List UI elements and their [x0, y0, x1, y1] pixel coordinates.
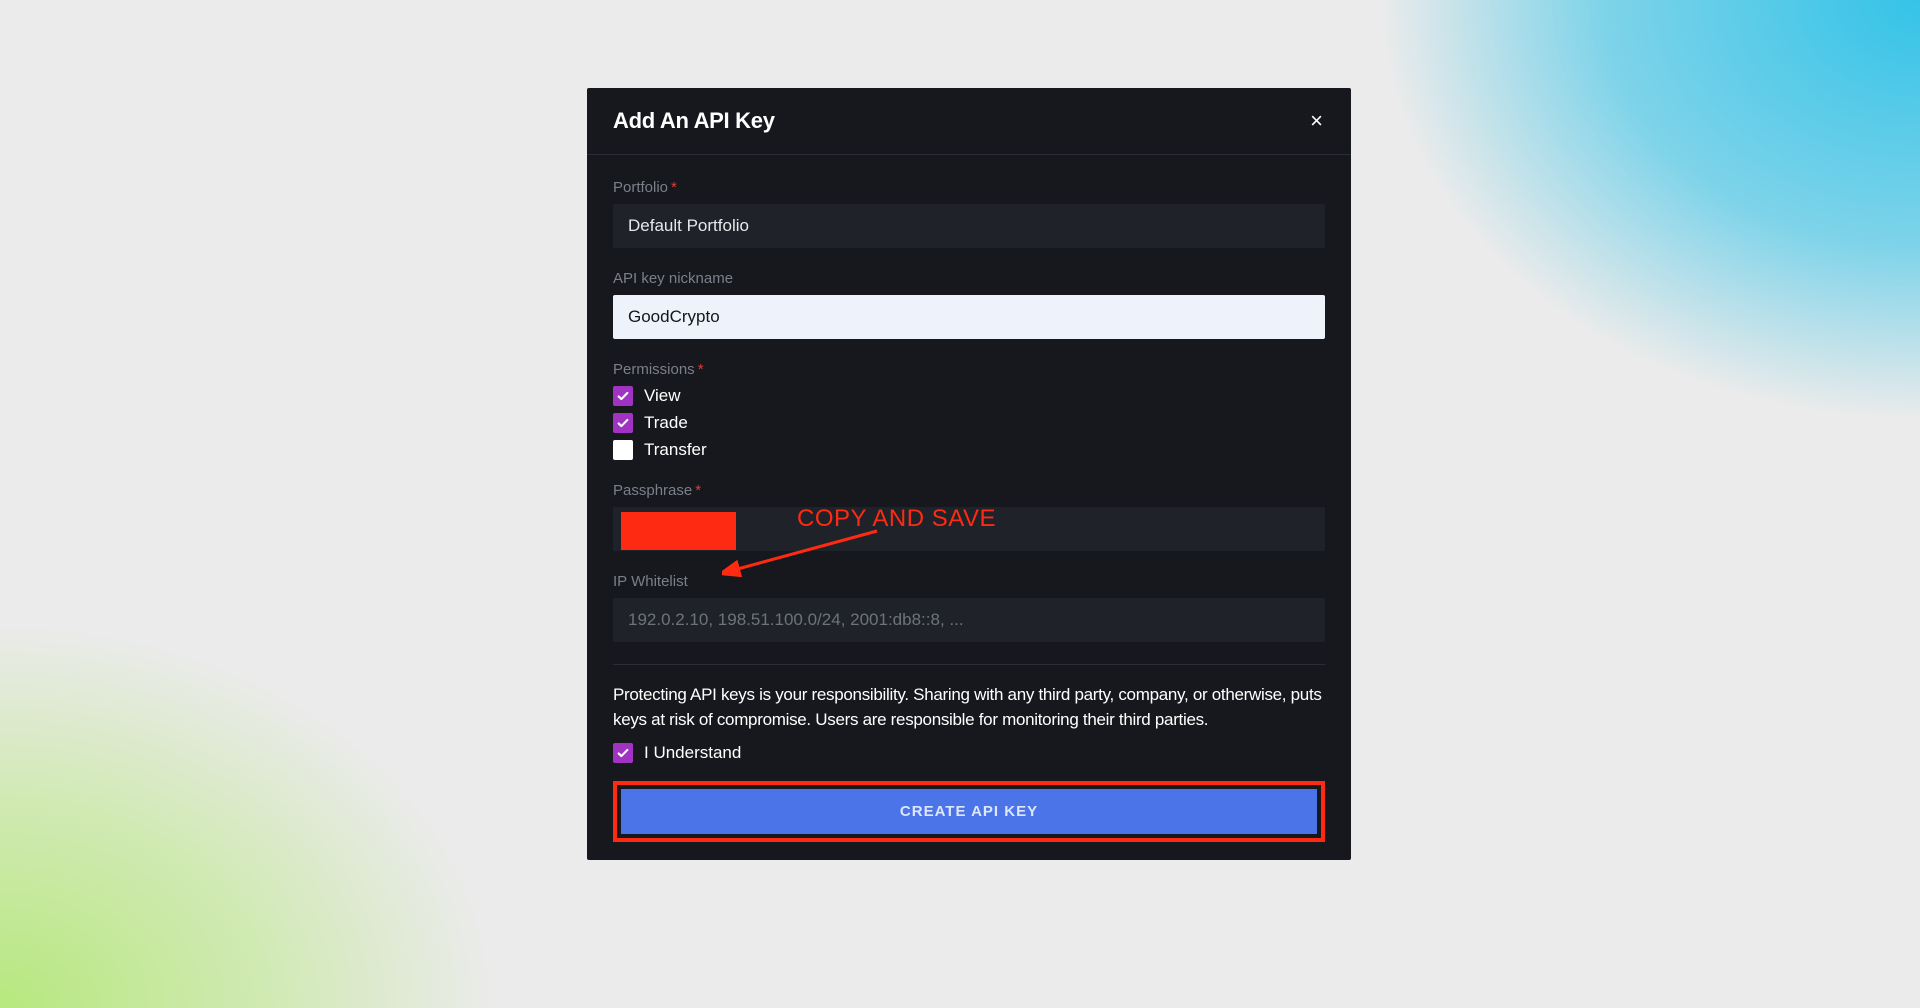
modal-title: Add An API Key — [613, 108, 775, 134]
permissions-label: Permissions* — [613, 361, 1325, 378]
understand-checkbox[interactable] — [613, 743, 633, 763]
view-checkbox[interactable] — [613, 386, 633, 406]
permissions-list: View Trade Transfer — [613, 386, 1325, 460]
passphrase-label-text: Passphrase — [613, 482, 692, 499]
view-label: View — [644, 386, 681, 406]
passphrase-label: Passphrase* — [613, 482, 1325, 499]
portfolio-select[interactable]: Default Portfolio — [613, 204, 1325, 248]
portfolio-field: Portfolio* Default Portfolio — [613, 179, 1325, 248]
modal-body: Portfolio* Default Portfolio API key nic… — [587, 155, 1351, 860]
nickname-input[interactable] — [613, 295, 1325, 339]
nickname-field: API key nickname — [613, 270, 1325, 339]
passphrase-field: Passphrase* — [613, 482, 1325, 551]
passphrase-input[interactable] — [613, 507, 1325, 551]
disclaimer-text: Protecting API keys is your responsibili… — [613, 683, 1325, 732]
permissions-label-text: Permissions — [613, 361, 695, 378]
submit-highlight: CREATE API KEY — [613, 781, 1325, 842]
permission-trade-row: Trade — [613, 413, 1325, 433]
required-marker: * — [695, 482, 701, 499]
required-marker: * — [671, 179, 677, 196]
check-icon — [616, 746, 630, 760]
passphrase-input-wrap — [613, 507, 1325, 551]
transfer-checkbox[interactable] — [613, 440, 633, 460]
portfolio-label-text: Portfolio — [613, 179, 668, 196]
close-icon[interactable]: × — [1308, 106, 1325, 136]
nickname-label: API key nickname — [613, 270, 1325, 287]
permission-view-row: View — [613, 386, 1325, 406]
trade-label: Trade — [644, 413, 688, 433]
permission-transfer-row: Transfer — [613, 440, 1325, 460]
understand-label: I Understand — [644, 743, 741, 763]
required-marker: * — [698, 361, 704, 378]
permissions-field: Permissions* View Trade Transf — [613, 361, 1325, 460]
add-api-key-modal: Add An API Key × Portfolio* Default Port… — [587, 88, 1351, 860]
portfolio-label: Portfolio* — [613, 179, 1325, 196]
ip-whitelist-label: IP Whitelist — [613, 573, 1325, 590]
ip-whitelist-field: IP Whitelist — [613, 573, 1325, 642]
check-icon — [616, 416, 630, 430]
modal-header: Add An API Key × — [587, 88, 1351, 154]
divider — [613, 664, 1325, 665]
create-api-key-button[interactable]: CREATE API KEY — [621, 789, 1317, 834]
ip-whitelist-input[interactable] — [613, 598, 1325, 642]
transfer-label: Transfer — [644, 440, 707, 460]
understand-row: I Understand — [613, 743, 1325, 763]
trade-checkbox[interactable] — [613, 413, 633, 433]
check-icon — [616, 389, 630, 403]
